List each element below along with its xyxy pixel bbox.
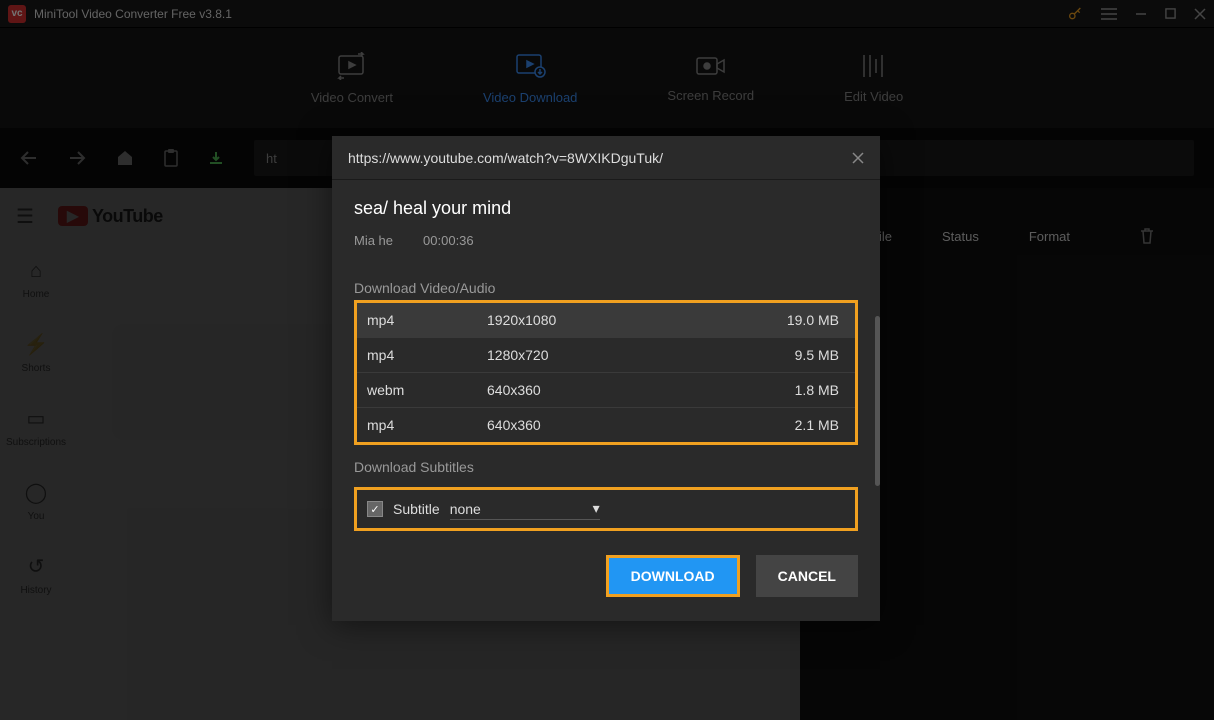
modal-close-icon[interactable] bbox=[852, 152, 864, 164]
subtitle-checkbox[interactable]: ✓ bbox=[367, 501, 383, 517]
video-author: Mia he bbox=[354, 233, 393, 248]
download-modal: https://www.youtube.com/watch?v=8WXIKDgu… bbox=[332, 136, 880, 621]
video-duration: 00:00:36 bbox=[423, 233, 474, 248]
subtitle-select[interactable]: none ▾ bbox=[450, 498, 600, 520]
cancel-button[interactable]: CANCEL bbox=[756, 555, 858, 597]
format-row[interactable]: mp4 1280x720 9.5 MB bbox=[357, 338, 855, 373]
format-row[interactable]: webm 640x360 1.8 MB bbox=[357, 373, 855, 408]
section-download-label: Download Video/Audio bbox=[354, 266, 858, 300]
video-title: sea/ heal your mind bbox=[354, 198, 858, 219]
download-button[interactable]: DOWNLOAD bbox=[606, 555, 740, 597]
format-list: mp4 1920x1080 19.0 MB mp4 1280x720 9.5 M… bbox=[354, 300, 858, 445]
format-row[interactable]: mp4 1920x1080 19.0 MB bbox=[357, 303, 855, 338]
subtitle-label: Subtitle bbox=[393, 501, 440, 517]
section-subs-label: Download Subtitles bbox=[354, 445, 858, 479]
subtitle-row: ✓ Subtitle none ▾ bbox=[354, 487, 858, 531]
format-row[interactable]: mp4 640x360 2.1 MB bbox=[357, 408, 855, 442]
modal-url: https://www.youtube.com/watch?v=8WXIKDgu… bbox=[348, 150, 852, 166]
modal-scrollbar[interactable] bbox=[875, 316, 880, 486]
chevron-down-icon: ▾ bbox=[593, 500, 600, 517]
